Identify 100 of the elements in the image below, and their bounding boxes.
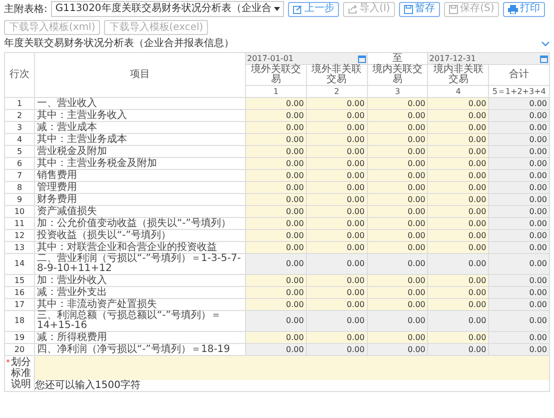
- amount-field[interactable]: 0.00: [367, 134, 428, 146]
- amount-cell: 0.00: [246, 254, 306, 274]
- column-header: 境外关联交易: [246, 64, 306, 86]
- amount-field[interactable]: 0.00: [428, 298, 489, 310]
- amount-cell: 0.00: [488, 182, 550, 194]
- amount-field[interactable]: 0.00: [246, 158, 306, 170]
- amount-field[interactable]: 0.00: [306, 206, 368, 218]
- amount-field[interactable]: 0.00: [428, 286, 489, 298]
- amount-cell: 0.00: [306, 254, 368, 274]
- amount-field[interactable]: 0.00: [367, 230, 428, 242]
- amount-field[interactable]: 0.00: [428, 122, 489, 134]
- amount-cell: 0.00: [488, 242, 550, 254]
- amount-cell: 0.00: [488, 122, 550, 134]
- amount-field[interactable]: 0.00: [428, 332, 489, 344]
- amount-field[interactable]: 0.00: [367, 194, 428, 206]
- edit-icon: [293, 4, 302, 14]
- amount-field[interactable]: 0.00: [367, 146, 428, 158]
- amount-field[interactable]: 0.00: [367, 170, 428, 182]
- amount-field[interactable]: 0.00: [246, 110, 306, 122]
- row-number: 16: [4, 286, 34, 298]
- amount-field[interactable]: 0.00: [306, 332, 368, 344]
- amount-field[interactable]: 0.00: [367, 158, 428, 170]
- amount-field[interactable]: 0.00: [306, 194, 368, 206]
- amount-field[interactable]: 0.00: [306, 286, 368, 298]
- item-label: 减：营业外支出: [34, 286, 246, 298]
- amount-field[interactable]: 0.00: [306, 122, 368, 134]
- amount-field[interactable]: 0.00: [367, 122, 428, 134]
- amount-cell: 0.00: [488, 110, 550, 122]
- form-select[interactable]: G113020年度关联交易财务状况分析表（企业合: [51, 1, 284, 17]
- amount-field[interactable]: 0.00: [306, 158, 368, 170]
- item-label: 二、营业利润（亏损以“-”号填列）＝1-3-5-7-8-9-10+11+12: [34, 254, 246, 274]
- amount-field[interactable]: 0.00: [246, 134, 306, 146]
- amount-field[interactable]: 0.00: [428, 194, 489, 206]
- amount-field[interactable]: 0.00: [306, 274, 368, 286]
- amount-field[interactable]: 0.00: [246, 274, 306, 286]
- amount-field[interactable]: 0.00: [246, 182, 306, 194]
- amount-field[interactable]: 0.00: [367, 298, 428, 310]
- amount-field[interactable]: 0.00: [428, 98, 489, 110]
- chevron-icon[interactable]: [541, 41, 550, 47]
- amount-cell: 0.00: [367, 344, 428, 356]
- amount-cell: 0.00: [488, 194, 550, 206]
- page-title: 年度关联交易财务状况分析表（企业合并报表信息）: [4, 38, 234, 50]
- amount-field[interactable]: 0.00: [246, 194, 306, 206]
- amount-field[interactable]: 0.00: [306, 230, 368, 242]
- column-header: 合计: [488, 64, 550, 86]
- amount-field[interactable]: 0.00: [306, 182, 368, 194]
- amount-field[interactable]: 0.00: [306, 98, 368, 110]
- amount-field[interactable]: 0.00: [367, 218, 428, 230]
- amount-field[interactable]: 0.00: [306, 170, 368, 182]
- end-date-field[interactable]: 2017-12-31: [428, 52, 550, 64]
- row-number: 18: [4, 310, 34, 332]
- row-number: 4: [4, 134, 34, 146]
- amount-field[interactable]: 0.00: [428, 134, 489, 146]
- amount-cell: 0.00: [488, 134, 550, 146]
- amount-field[interactable]: 0.00: [246, 242, 306, 254]
- amount-field[interactable]: 0.00: [306, 110, 368, 122]
- calendar-icon: [540, 54, 548, 62]
- amount-field[interactable]: 0.00: [246, 122, 306, 134]
- amount-field[interactable]: 0.00: [246, 332, 306, 344]
- amount-field[interactable]: 0.00: [367, 286, 428, 298]
- amount-field[interactable]: 0.00: [306, 242, 368, 254]
- start-date-field[interactable]: 2017-01-01: [246, 52, 368, 64]
- amount-field[interactable]: 0.00: [428, 230, 489, 242]
- amount-field[interactable]: 0.00: [246, 230, 306, 242]
- item-label: 其中：对联营企业和合营企业的投资收益: [34, 242, 246, 254]
- amount-field[interactable]: 0.00: [367, 182, 428, 194]
- amount-field[interactable]: 0.00: [428, 274, 489, 286]
- amount-field[interactable]: 0.00: [367, 242, 428, 254]
- amount-field[interactable]: 0.00: [428, 170, 489, 182]
- amount-field[interactable]: 0.00: [367, 110, 428, 122]
- amount-field[interactable]: 0.00: [428, 158, 489, 170]
- amount-field[interactable]: 0.00: [428, 218, 489, 230]
- amount-field[interactable]: 0.00: [367, 332, 428, 344]
- amount-field[interactable]: 0.00: [428, 206, 489, 218]
- amount-field[interactable]: 0.00: [428, 146, 489, 158]
- amount-cell: 0.00: [306, 344, 368, 356]
- amount-field[interactable]: 0.00: [246, 206, 306, 218]
- item-label: 加：公允价值变动收益（损失以“-”号填列）: [34, 218, 246, 230]
- amount-cell: 0.00: [246, 310, 306, 332]
- amount-cell: 0.00: [488, 286, 550, 298]
- amount-field[interactable]: 0.00: [306, 298, 368, 310]
- amount-field[interactable]: 0.00: [306, 134, 368, 146]
- toolbar-button[interactable]: 打印: [503, 2, 546, 16]
- item-label: 财务费用: [34, 194, 246, 206]
- amount-field[interactable]: 0.00: [246, 170, 306, 182]
- amount-field[interactable]: 0.00: [306, 146, 368, 158]
- amount-field[interactable]: 0.00: [246, 286, 306, 298]
- amount-field[interactable]: 0.00: [367, 274, 428, 286]
- amount-field[interactable]: 0.00: [246, 218, 306, 230]
- print-icon: [508, 4, 518, 14]
- item-label: 营业税金及附加: [34, 146, 246, 158]
- amount-field[interactable]: 0.00: [367, 98, 428, 110]
- amount-field[interactable]: 0.00: [306, 218, 368, 230]
- amount-field[interactable]: 0.00: [428, 110, 489, 122]
- amount-field[interactable]: 0.00: [246, 146, 306, 158]
- amount-field[interactable]: 0.00: [246, 98, 306, 110]
- amount-field[interactable]: 0.00: [367, 206, 428, 218]
- amount-field[interactable]: 0.00: [428, 182, 489, 194]
- amount-field[interactable]: 0.00: [246, 298, 306, 310]
- amount-field[interactable]: 0.00: [428, 242, 489, 254]
